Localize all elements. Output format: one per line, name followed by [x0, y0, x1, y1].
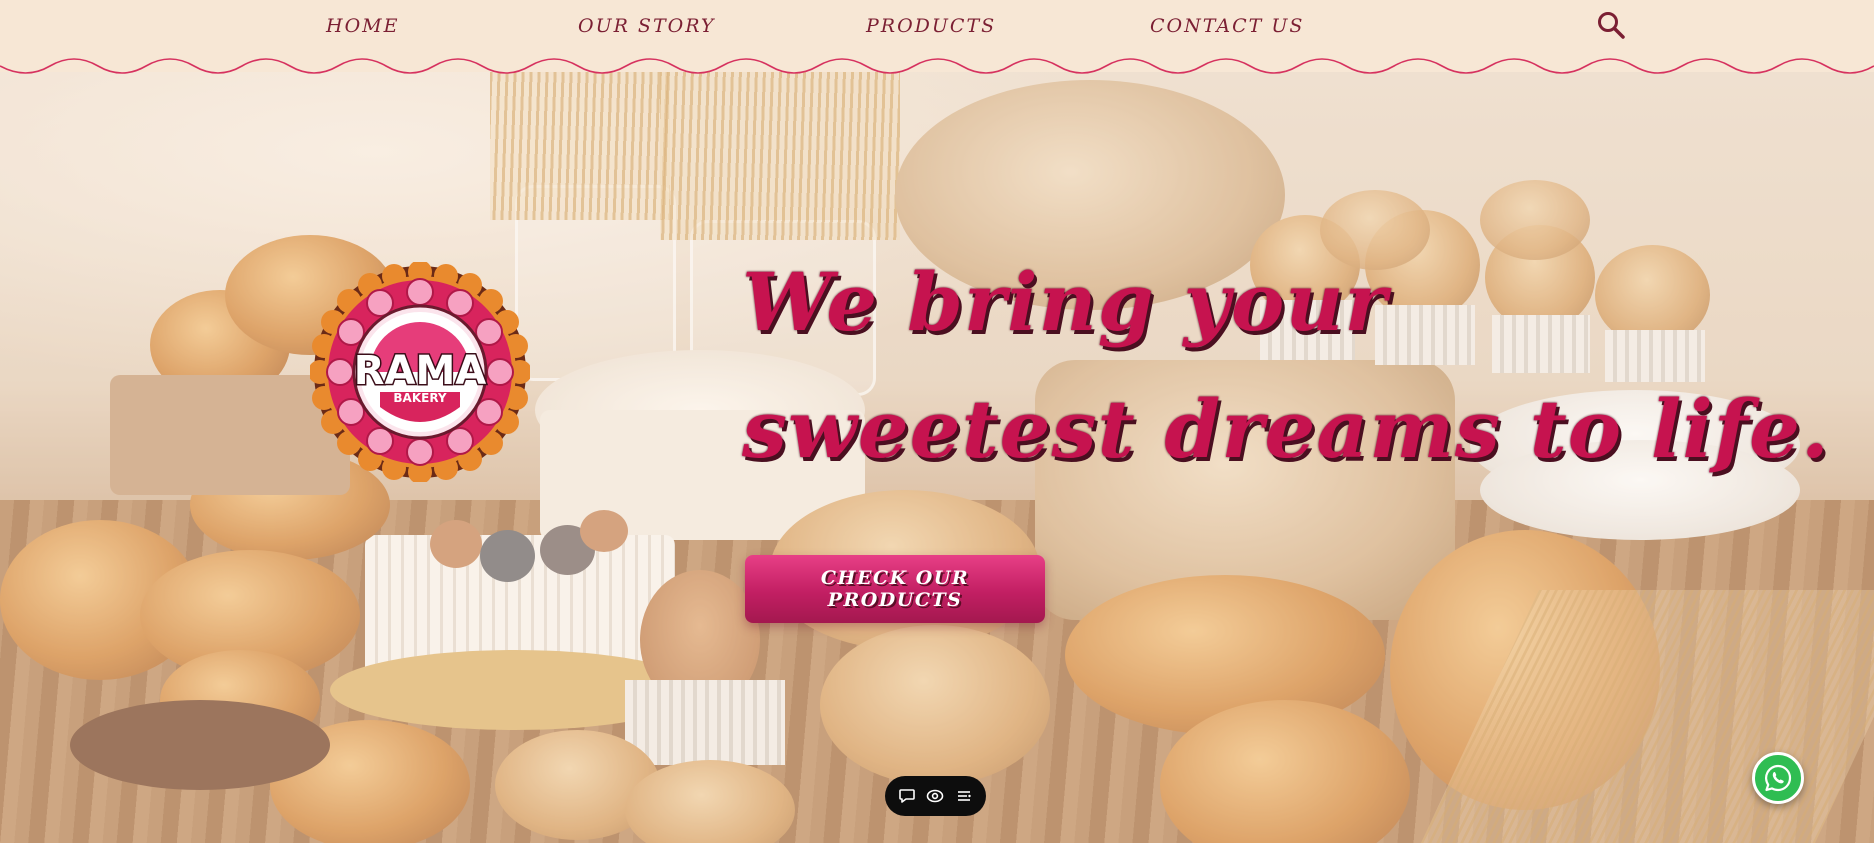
- floating-toolbar: [885, 776, 986, 816]
- search-icon[interactable]: [1596, 10, 1626, 40]
- rama-bakery-logo[interactable]: RAMA BAKERY: [308, 260, 532, 484]
- menu-lines-icon[interactable]: [953, 785, 975, 807]
- nav-our-story-link[interactable]: OUR STORY: [578, 12, 715, 40]
- check-our-products-button[interactable]: CHECK OUR PRODUCTS: [745, 555, 1045, 623]
- eye-icon[interactable]: [924, 785, 946, 807]
- hero-headline-line-2: sweetest dreams to life.: [742, 382, 1830, 476]
- header-wave-divider: [0, 52, 1874, 74]
- hero-headline-line-1: We bring your: [742, 255, 1388, 349]
- logo-subtitle: BAKERY: [393, 391, 447, 405]
- comment-icon[interactable]: [896, 785, 918, 807]
- nav-products-link[interactable]: PRODUCTS: [866, 12, 996, 40]
- logo-name: RAMA: [354, 348, 487, 394]
- nav-home-link[interactable]: HOME: [326, 12, 399, 40]
- whatsapp-icon[interactable]: [1752, 752, 1804, 804]
- nav-contact-us-link[interactable]: CONTACT US: [1150, 12, 1304, 40]
